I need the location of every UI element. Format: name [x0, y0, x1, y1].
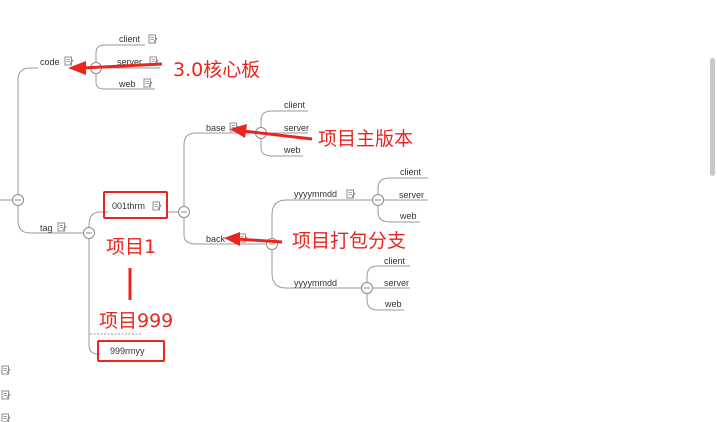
note-icon[interactable] — [152, 201, 162, 211]
collapse-toggle-icon[interactable] — [178, 206, 190, 218]
annotation-core-board: 3.0核心板 — [173, 59, 260, 81]
node-back[interactable]: back — [206, 234, 226, 244]
node-tag[interactable]: tag — [40, 223, 53, 233]
node-code-client[interactable]: client — [119, 34, 141, 44]
node-y2-client[interactable]: client — [384, 256, 406, 266]
collapse-toggle-icon[interactable] — [12, 194, 24, 206]
node-labels: code client server web tag 001thrm base … — [40, 34, 424, 356]
annotation-branch: 项目打包分支 — [292, 230, 406, 252]
node-code[interactable]: code — [40, 57, 60, 67]
node-code-web[interactable]: web — [118, 79, 136, 89]
note-icon[interactable] — [57, 222, 67, 232]
note-icon[interactable] — [1, 365, 11, 375]
collapse-toggles[interactable] — [12, 62, 384, 294]
node-y1-client[interactable]: client — [400, 167, 422, 177]
annotation-arrows — [68, 61, 313, 300]
note-icon[interactable] — [1, 390, 11, 400]
note-icon[interactable] — [64, 56, 74, 66]
collapse-toggle-icon[interactable] — [361, 282, 373, 294]
note-icon[interactable] — [1, 413, 11, 422]
node-y1-web[interactable]: web — [399, 211, 417, 221]
note-icons[interactable] — [1, 34, 356, 422]
note-icon[interactable] — [346, 189, 356, 199]
node-yyyymmdd-2[interactable]: yyyymmdd — [294, 278, 337, 288]
collapse-toggle-icon[interactable] — [83, 227, 95, 239]
node-base-web[interactable]: web — [283, 145, 301, 155]
node-y2-web[interactable]: web — [384, 299, 402, 309]
node-base[interactable]: base — [206, 123, 226, 133]
note-icon[interactable] — [143, 78, 153, 88]
node-y1-server[interactable]: server — [399, 190, 424, 200]
highlight-boxes — [97, 191, 168, 362]
mindmap-canvas: code client server web tag 001thrm base … — [0, 34, 428, 422]
node-001thrm[interactable]: 001thrm — [112, 201, 145, 211]
annotation-main-version: 项目主版本 — [318, 128, 413, 150]
collapse-toggle-icon[interactable] — [372, 194, 384, 206]
node-base-server[interactable]: server — [284, 123, 309, 133]
annotation-project999: 项目999 — [99, 310, 173, 332]
node-yyyymmdd-1[interactable]: yyyymmdd — [294, 189, 337, 199]
note-icon[interactable] — [148, 34, 158, 44]
node-999rmyy[interactable]: 999rmyy — [110, 346, 145, 356]
scrollbar-thumb[interactable] — [710, 58, 715, 176]
node-base-client[interactable]: client — [284, 100, 306, 110]
annotation-project1: 项目1 — [106, 236, 156, 258]
node-y2-server[interactable]: server — [384, 278, 409, 288]
connector-lines — [0, 44, 428, 355]
